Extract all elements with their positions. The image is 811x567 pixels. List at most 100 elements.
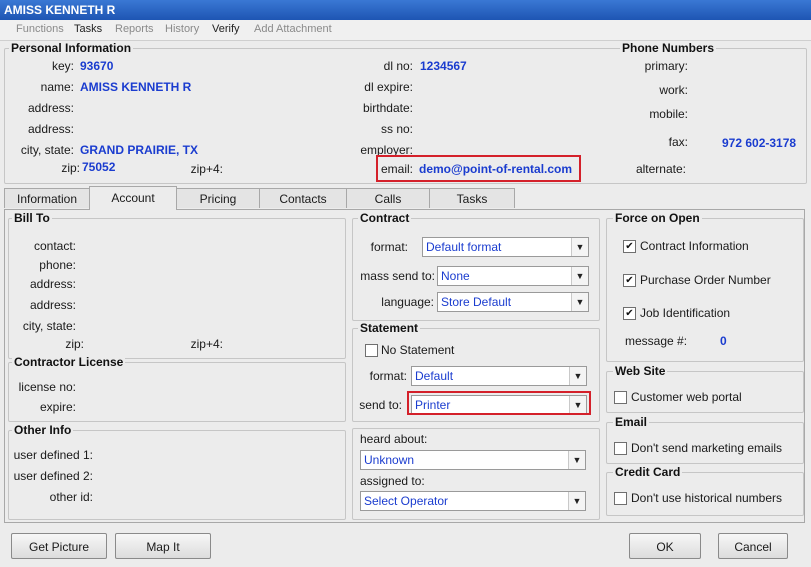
- chevron-down-icon[interactable]: ▼: [571, 293, 588, 311]
- employer-label: employer:: [360, 143, 413, 157]
- zip-label: zip:: [61, 161, 80, 175]
- purchase-order-checkbox[interactable]: ✔: [623, 274, 636, 287]
- chevron-down-icon[interactable]: ▼: [569, 367, 586, 385]
- license-expire-label: expire:: [39, 400, 76, 414]
- no-marketing-emails-label: Don't send marketing emails: [631, 441, 783, 455]
- statement-heading: Statement: [358, 321, 421, 335]
- no-statement-checkbox[interactable]: [365, 344, 378, 357]
- web-site-heading: Web Site: [613, 364, 668, 378]
- fax-label: fax:: [668, 135, 688, 149]
- chevron-down-icon[interactable]: ▼: [569, 396, 586, 414]
- menu-functions[interactable]: Functions: [16, 23, 64, 35]
- contract-format-label: format:: [370, 240, 408, 254]
- address-label-2: address:: [27, 122, 74, 136]
- assigned-to-value: Select Operator: [364, 494, 449, 508]
- menu-add-attachment[interactable]: Add Attachment: [254, 23, 332, 35]
- email-value[interactable]: demo@point-of-rental.com: [419, 162, 572, 176]
- window-title: AMISS KENNETH R: [0, 0, 811, 20]
- tab-calls[interactable]: Calls: [346, 188, 430, 208]
- bill-to-heading: Bill To: [12, 211, 52, 225]
- other-id-label: other id:: [49, 490, 93, 504]
- heard-about-select[interactable]: Unknown ▼: [360, 450, 586, 470]
- birthdate-label: birthdate:: [362, 101, 413, 115]
- primary-label: primary:: [644, 59, 688, 73]
- menu-reports[interactable]: Reports: [115, 23, 154, 35]
- address-label-1: address:: [27, 101, 74, 115]
- dl-no-label: dl no:: [383, 59, 413, 73]
- chevron-down-icon[interactable]: ▼: [571, 238, 588, 256]
- other-info-heading: Other Info: [12, 423, 74, 437]
- zip-value: 75052: [82, 160, 116, 174]
- mass-send-value: None: [441, 269, 470, 283]
- job-identification-checkbox[interactable]: ✔: [623, 307, 636, 320]
- name-label: name:: [40, 80, 74, 94]
- name-value: AMISS KENNETH R: [80, 80, 192, 94]
- bill-zip4-label: zip+4:: [190, 337, 223, 351]
- language-select[interactable]: Store Default ▼: [437, 292, 589, 312]
- customer-web-portal-checkbox[interactable]: [614, 391, 627, 404]
- key-label: key:: [51, 59, 74, 73]
- ok-button[interactable]: OK: [629, 533, 701, 559]
- contract-heading: Contract: [358, 211, 412, 225]
- mass-send-select[interactable]: None ▼: [437, 266, 589, 286]
- chevron-down-icon[interactable]: ▼: [571, 267, 588, 285]
- tab-account[interactable]: Account: [89, 186, 177, 210]
- statement-format-value: Default: [415, 369, 454, 383]
- mobile-label: mobile:: [649, 107, 688, 121]
- dl-no-value: 1234567: [420, 59, 467, 73]
- no-historical-numbers-label: Don't use historical numbers: [631, 491, 783, 505]
- chevron-down-icon[interactable]: ▼: [568, 451, 585, 469]
- alternate-label: alternate:: [635, 162, 686, 176]
- tab-pricing[interactable]: Pricing: [176, 188, 260, 208]
- language-label: language:: [381, 295, 434, 309]
- contractor-license-heading: Contractor License: [12, 355, 126, 369]
- user-defined-2-label: user defined 2:: [13, 469, 93, 483]
- ss-no-label: ss no:: [380, 122, 413, 136]
- purchase-order-label: Purchase Order Number: [640, 273, 771, 287]
- contract-format-value: Default format: [426, 240, 502, 254]
- assigned-to-label: assigned to:: [360, 474, 425, 488]
- force-on-open-heading: Force on Open: [613, 211, 702, 225]
- city-state-value: GRAND PRAIRIE, TX: [80, 143, 199, 157]
- menu-verify[interactable]: Verify: [212, 23, 240, 35]
- message-number-label: message #:: [625, 334, 688, 348]
- map-it-button[interactable]: Map It: [115, 533, 211, 559]
- no-statement-label: No Statement: [381, 343, 455, 357]
- zip4-label: zip+4:: [190, 162, 223, 176]
- dl-expire-label: dl expire:: [364, 80, 413, 94]
- menu-history[interactable]: History: [165, 23, 199, 35]
- chevron-down-icon[interactable]: ▼: [568, 492, 585, 510]
- bill-city-state-label: city, state:: [22, 319, 76, 333]
- no-historical-numbers-checkbox[interactable]: [614, 492, 627, 505]
- get-picture-button[interactable]: Get Picture: [11, 533, 107, 559]
- menu-tasks[interactable]: Tasks: [74, 23, 102, 35]
- cancel-button[interactable]: Cancel: [718, 533, 788, 559]
- language-value: Store Default: [441, 295, 512, 309]
- assigned-to-select[interactable]: Select Operator ▼: [360, 491, 586, 511]
- no-marketing-emails-checkbox[interactable]: [614, 442, 627, 455]
- job-identification-label: Job Identification: [640, 306, 731, 320]
- send-to-select[interactable]: Printer ▼: [411, 395, 587, 415]
- customer-web-portal-label: Customer web portal: [631, 390, 742, 404]
- tab-information[interactable]: Information: [4, 188, 90, 208]
- contract-format-select[interactable]: Default format ▼: [422, 237, 589, 257]
- send-to-value: Printer: [415, 398, 451, 412]
- heard-about-value: Unknown: [364, 453, 415, 467]
- license-no-label: license no:: [18, 380, 76, 394]
- personal-information-heading: Personal Information: [9, 41, 134, 55]
- send-to-label: send to:: [359, 398, 402, 412]
- tab-contacts[interactable]: Contacts: [259, 188, 347, 208]
- bill-contact-label: contact:: [33, 239, 76, 253]
- bill-address-label-2: address:: [29, 298, 76, 312]
- credit-card-heading: Credit Card: [613, 465, 683, 479]
- message-number-value: 0: [720, 334, 727, 348]
- contract-information-label: Contract Information: [640, 239, 749, 253]
- statement-format-select[interactable]: Default ▼: [411, 366, 587, 386]
- bill-phone-label: phone:: [39, 258, 76, 272]
- statement-format-label: format:: [369, 369, 407, 383]
- bill-address-label-1: address:: [29, 277, 76, 291]
- contract-information-checkbox[interactable]: ✔: [623, 240, 636, 253]
- key-value: 93670: [80, 59, 114, 73]
- city-state-label: city, state:: [20, 143, 74, 157]
- tab-tasks[interactable]: Tasks: [429, 188, 515, 208]
